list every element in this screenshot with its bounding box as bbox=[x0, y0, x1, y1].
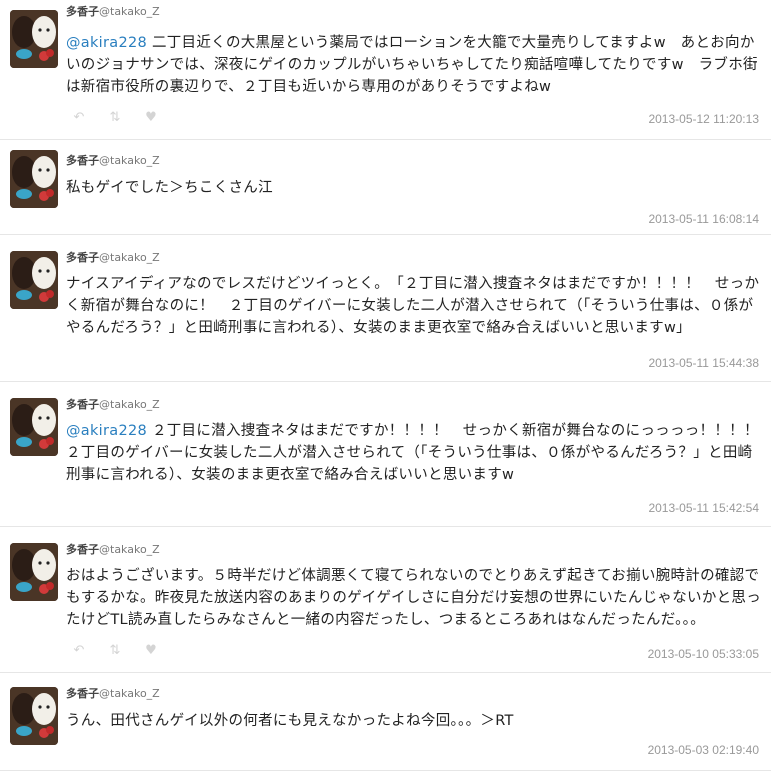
tweet-actions: ↶ ⇅ ♥ bbox=[72, 110, 158, 125]
tweet-timestamp[interactable]: 2013-05-11 15:44:38 bbox=[648, 356, 759, 370]
user-handle[interactable]: @takako_Z bbox=[99, 251, 160, 264]
avatar[interactable] bbox=[10, 398, 58, 456]
display-name[interactable]: 多香子 bbox=[66, 251, 99, 264]
tweet-text: @akira228 二丁目近くの大黒屋という薬局ではローションを大籠で大量売りし… bbox=[66, 32, 761, 98]
tweet-header: 多香子@takako_Z bbox=[66, 3, 160, 19]
tweet-text: おはようございます。５時半だけど体調悪くて寝てられないのでとりあえず起きてお揃い… bbox=[66, 565, 761, 631]
reply-icon[interactable]: ↶ bbox=[72, 110, 86, 125]
retweet-icon[interactable]: ⇅ bbox=[108, 110, 122, 125]
mention-link[interactable]: @akira228 bbox=[66, 35, 147, 51]
tweet-item: 多香子@takako_Z @akira228 ２丁目に潜入捜査ネタはまだですか！… bbox=[0, 382, 771, 527]
tweet-item: 多香子@takako_Z うん、田代さんゲイ以外の何者にも見えなかったよね今回。… bbox=[0, 673, 771, 771]
display-name[interactable]: 多香子 bbox=[66, 5, 99, 18]
tweet-header: 多香子@takako_Z bbox=[66, 541, 160, 557]
avatar[interactable] bbox=[10, 543, 58, 601]
tweet-header: 多香子@takako_Z bbox=[66, 249, 160, 265]
reply-icon[interactable]: ↶ bbox=[72, 643, 86, 658]
heart-icon[interactable]: ♥ bbox=[144, 110, 158, 125]
tweet-timestamp[interactable]: 2013-05-10 05:33:05 bbox=[648, 647, 759, 661]
tweet-actions: ↶ ⇅ ♥ bbox=[72, 643, 158, 658]
display-name[interactable]: 多香子 bbox=[66, 154, 99, 167]
tweet-header: 多香子@takako_Z bbox=[66, 396, 160, 412]
user-handle[interactable]: @takako_Z bbox=[99, 398, 160, 411]
tweet-text: うん、田代さんゲイ以外の何者にも見えなかったよね今回。。。＞RT bbox=[66, 710, 761, 732]
user-handle[interactable]: @takako_Z bbox=[99, 5, 160, 18]
display-name[interactable]: 多香子 bbox=[66, 687, 99, 700]
tweet-text: ナイスアイディアなのでレスだけどツイっとく。 「２丁目に潜入捜査ネタはまだですか… bbox=[66, 273, 761, 339]
tweet-item: 多香子@takako_Z おはようございます。５時半だけど体調悪くて寝てられない… bbox=[0, 527, 771, 673]
tweet-body-text: 私もゲイでした＞ちこくさん江 bbox=[66, 180, 273, 196]
tweet-item: 多香子@takako_Z 私もゲイでした＞ちこくさん江 2013-05-11 1… bbox=[0, 140, 771, 235]
user-handle[interactable]: @takako_Z bbox=[99, 543, 160, 556]
user-handle[interactable]: @takako_Z bbox=[99, 154, 160, 167]
heart-icon[interactable]: ♥ bbox=[144, 643, 158, 658]
tweet-body-text: うん、田代さんゲイ以外の何者にも見えなかったよね今回。。。＞RT bbox=[66, 713, 514, 729]
display-name[interactable]: 多香子 bbox=[66, 543, 99, 556]
mention-link[interactable]: @akira228 bbox=[66, 423, 147, 439]
tweet-body-text: ２丁目に潜入捜査ネタはまだですか！！！！ せっかく新宿が舞台なのにっっっっ！！！… bbox=[66, 423, 771, 483]
tweet-item: 多香子@takako_Z @akira228 二丁目近くの大黒屋という薬局ではロ… bbox=[0, 0, 771, 140]
display-name[interactable]: 多香子 bbox=[66, 398, 99, 411]
avatar[interactable] bbox=[10, 251, 58, 309]
user-handle[interactable]: @takako_Z bbox=[99, 687, 160, 700]
tweet-body-text: 二丁目近くの大黒屋という薬局ではローションを大籠で大量売りしてますよw あとお向… bbox=[66, 35, 758, 95]
tweet-text: 私もゲイでした＞ちこくさん江 bbox=[66, 177, 761, 199]
tweet-header: 多香子@takako_Z bbox=[66, 685, 160, 701]
tweet-body-text: おはようございます。５時半だけど体調悪くて寝てられないのでとりあえず起きてお揃い… bbox=[66, 568, 762, 628]
tweet-timestamp[interactable]: 2013-05-11 15:42:54 bbox=[648, 501, 759, 515]
tweet-feed: 多香子@takako_Z @akira228 二丁目近くの大黒屋という薬局ではロ… bbox=[0, 0, 771, 771]
tweet-timestamp[interactable]: 2013-05-11 16:08:14 bbox=[648, 212, 759, 226]
avatar[interactable] bbox=[10, 10, 58, 68]
avatar[interactable] bbox=[10, 687, 58, 745]
tweet-body-text: ナイスアイディアなのでレスだけどツイっとく。 「２丁目に潜入捜査ネタはまだですか… bbox=[66, 276, 760, 336]
tweet-text: @akira228 ２丁目に潜入捜査ネタはまだですか！！！！ せっかく新宿が舞台… bbox=[66, 420, 771, 486]
tweet-item: 多香子@takako_Z ナイスアイディアなのでレスだけどツイっとく。 「２丁目… bbox=[0, 235, 771, 382]
tweet-timestamp[interactable]: 2013-05-03 02:19:40 bbox=[648, 743, 759, 757]
retweet-icon[interactable]: ⇅ bbox=[108, 643, 122, 658]
tweet-header: 多香子@takako_Z bbox=[66, 152, 160, 168]
avatar[interactable] bbox=[10, 150, 58, 208]
tweet-timestamp[interactable]: 2013-05-12 11:20:13 bbox=[648, 112, 759, 126]
